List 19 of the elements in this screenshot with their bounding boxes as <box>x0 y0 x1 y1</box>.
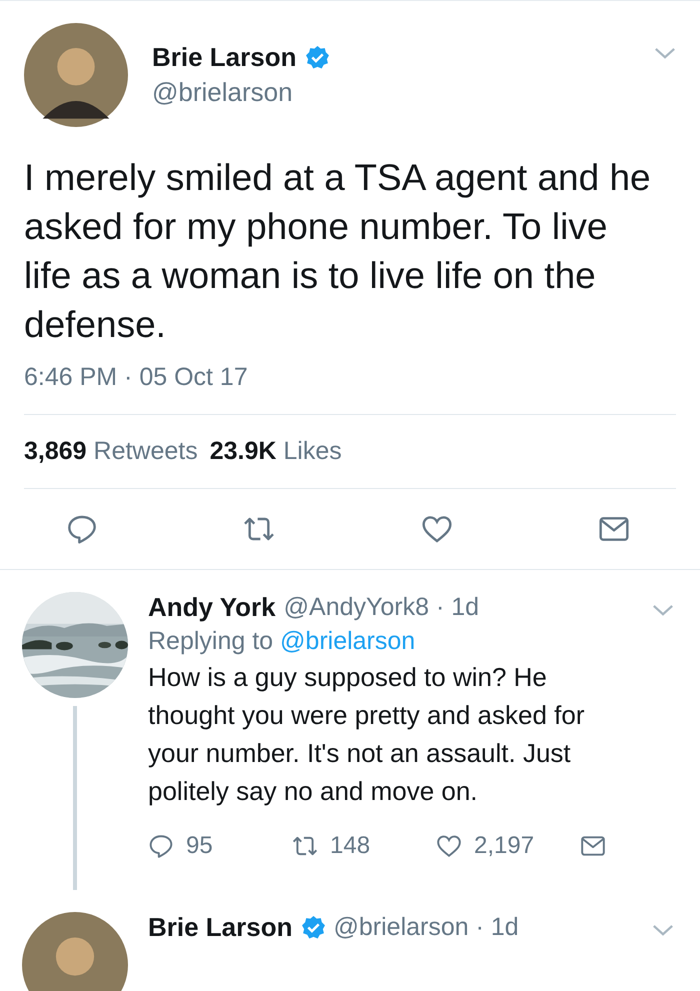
reply-text: How is a guy supposed to win? He thought you were pretty and asked for your number. It's not an assault. Just politely say no and move on. <box>148 661 586 808</box>
author-handle[interactable]: @brielarson <box>152 77 630 108</box>
handle-time: @brielarson · 1d <box>334 913 519 942</box>
reply-icon[interactable] <box>66 513 98 545</box>
heart-icon[interactable] <box>436 833 462 859</box>
author-name[interactable]: Brie Larson <box>152 42 296 73</box>
stat-count[interactable]: 3,869 Retweets <box>24 437 198 466</box>
action-count: 95 <box>186 832 213 860</box>
replying-label: Replying to <box>148 627 274 655</box>
handle-time: @AndyYork8 · 1d <box>284 593 480 622</box>
action-count: 148 <box>330 832 370 860</box>
tweet-text: I merely smiled at a TSA agent and he asked for my phone number. To live life as a woman is to live life on the defense. <box>24 156 652 347</box>
reply-icon[interactable] <box>148 833 174 859</box>
action-count: 2,197 <box>474 832 534 860</box>
author-name[interactable]: Brie Larson <box>148 912 292 943</box>
author-name[interactable]: Andy York <box>148 592 276 623</box>
timestamp: 6:46 PM · 05 Oct 17 <box>24 363 249 392</box>
stat-count[interactable]: 23.9K Likes <box>210 437 342 466</box>
heart-icon[interactable] <box>420 513 453 545</box>
